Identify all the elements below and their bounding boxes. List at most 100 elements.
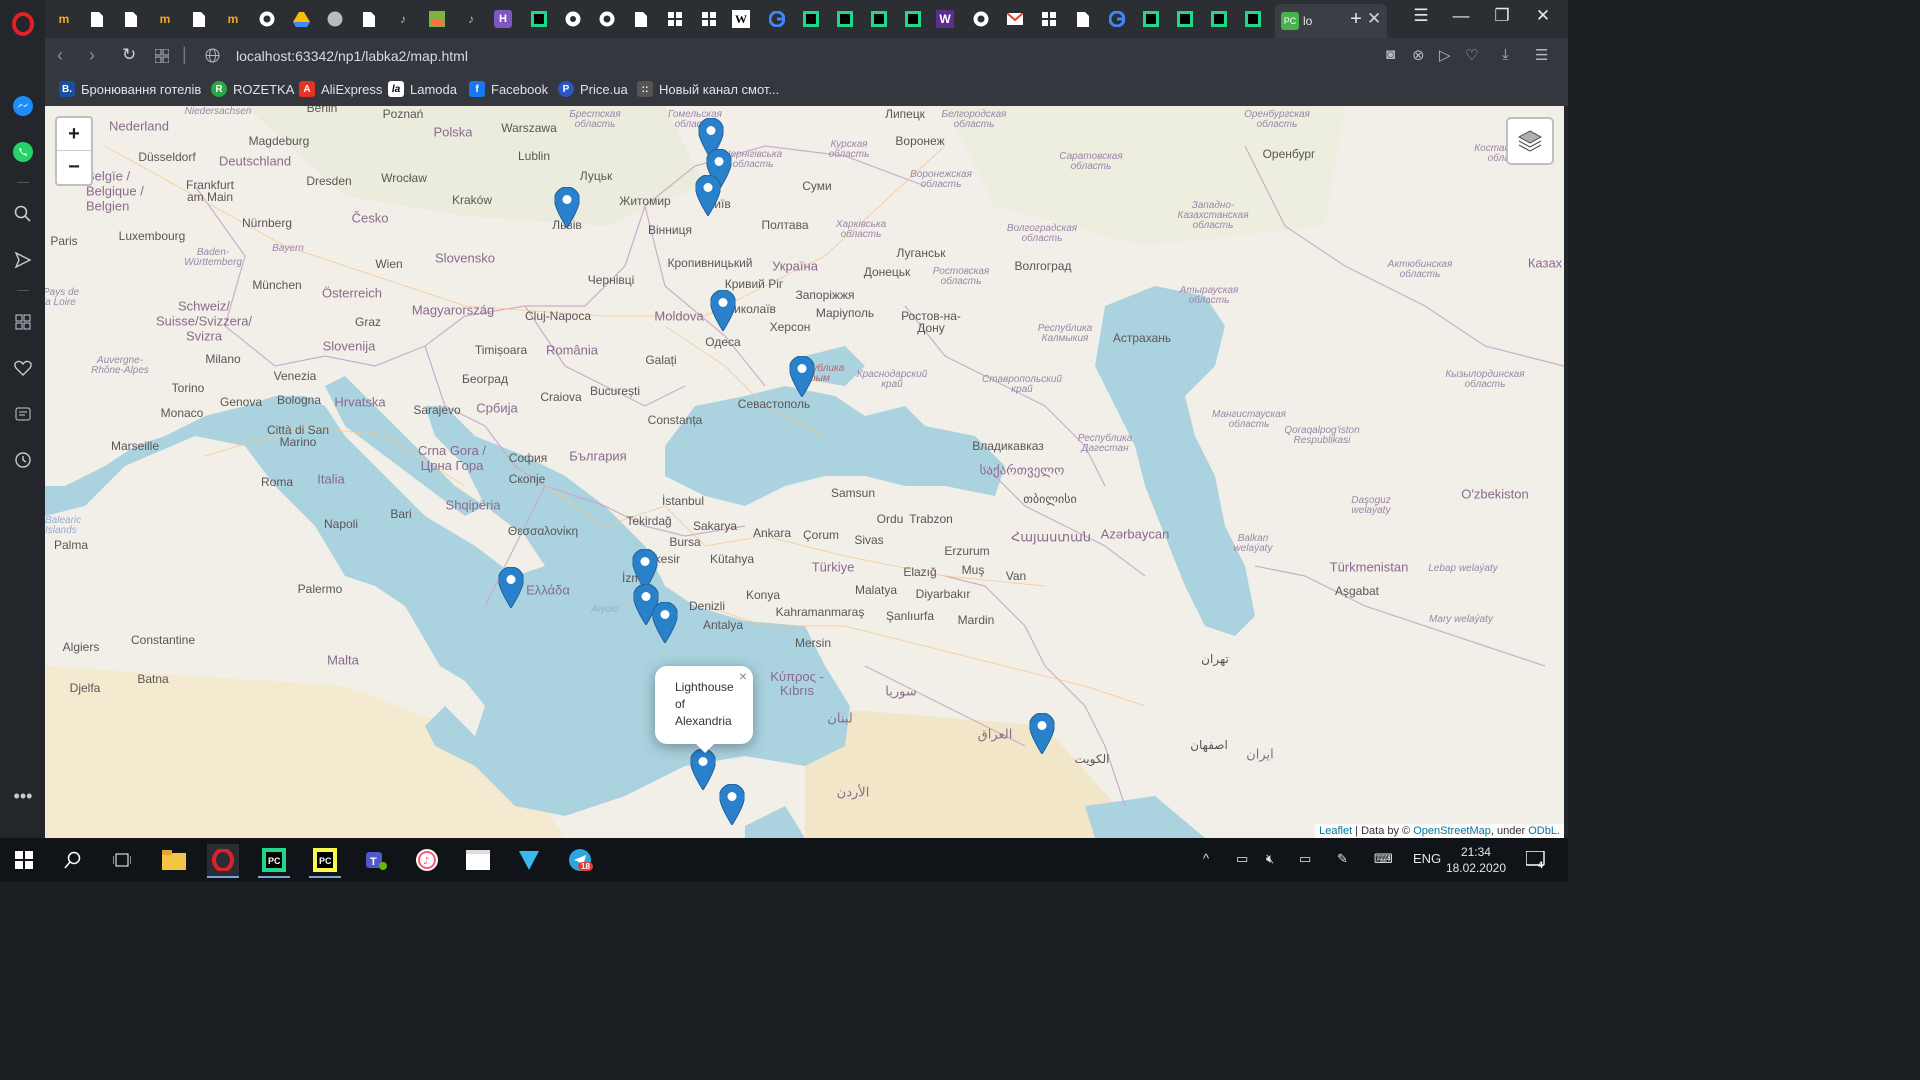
bookmark-new-channel[interactable]: :: Новый канал смот... xyxy=(637,81,779,97)
bookmark-priceua[interactable]: P Price.ua xyxy=(558,81,628,97)
tab-chart-icon[interactable] xyxy=(426,8,448,30)
pen-icon[interactable]: ✎ xyxy=(1337,851,1348,867)
teams-icon[interactable]: T xyxy=(360,844,392,876)
tab-wikipedia-icon[interactable]: W xyxy=(732,10,750,28)
bookmark-heart-icon[interactable]: ♡ xyxy=(1465,46,1478,64)
tab-grid-icon[interactable] xyxy=(1038,8,1060,30)
bookmark-booking[interactable]: B. Бронювання готелів xyxy=(59,81,201,97)
tab-google-icon[interactable] xyxy=(766,8,788,30)
whatsapp-icon[interactable] xyxy=(12,141,34,163)
reload-icon[interactable]: ↻ xyxy=(122,45,136,65)
tab-grid-icon[interactable] xyxy=(698,8,720,30)
windows-start-icon[interactable] xyxy=(8,844,40,876)
clock[interactable]: 21:34 18.02.2020 xyxy=(1446,844,1506,876)
map-marker-pin-icon[interactable] xyxy=(1028,712,1056,755)
tab-w-icon[interactable]: W xyxy=(936,10,954,28)
telegram-icon[interactable]: 18 xyxy=(564,844,596,876)
file-explorer-icon[interactable] xyxy=(158,844,190,876)
tab-github-icon[interactable] xyxy=(596,8,618,30)
send-icon[interactable] xyxy=(12,249,34,271)
tab-drive-icon[interactable] xyxy=(290,8,312,30)
bookmark-aliexpress[interactable]: A AliExpress xyxy=(299,81,382,97)
notifications-icon[interactable]: 4 xyxy=(1520,844,1552,876)
search-icon[interactable] xyxy=(57,844,89,876)
new-tab-button[interactable]: + xyxy=(1343,8,1369,31)
messenger-icon[interactable] xyxy=(12,95,34,117)
tab-shotit-icon[interactable] xyxy=(324,8,346,30)
tab-pycharm-icon[interactable] xyxy=(902,8,924,30)
news-icon[interactable] xyxy=(12,403,34,425)
minimize-button[interactable]: — xyxy=(1448,6,1474,26)
map-marker-pin-icon[interactable] xyxy=(553,186,581,229)
zoom-in-button[interactable]: + xyxy=(57,118,91,150)
tab-document-icon[interactable] xyxy=(188,8,210,30)
close-window-button[interactable]: ✕ xyxy=(1530,6,1556,26)
tab-tiktok-icon[interactable]: ♪ xyxy=(392,8,414,30)
map-marker-pin-icon[interactable] xyxy=(497,566,525,609)
map-marker-pin-icon[interactable] xyxy=(694,174,722,217)
bookmark-facebook[interactable]: f Facebook xyxy=(469,81,548,97)
tab-m-icon[interactable]: m xyxy=(53,8,75,30)
easy-setup-icon[interactable]: ☰ xyxy=(1535,46,1548,64)
tab-pycharm-icon[interactable] xyxy=(1242,8,1264,30)
tab-pycharm-icon[interactable] xyxy=(1174,8,1196,30)
camera-icon[interactable]: ◙ xyxy=(1386,46,1395,63)
bookmark-lamoda[interactable]: la Lamoda xyxy=(388,81,457,97)
tab-h-icon[interactable]: H xyxy=(494,10,512,28)
tab-google-icon[interactable] xyxy=(1106,8,1128,30)
opera-taskbar-icon[interactable] xyxy=(207,844,239,878)
show-hidden-icons[interactable]: ^ xyxy=(1203,851,1209,866)
opera-logo-icon[interactable] xyxy=(12,12,34,36)
tab-document-icon[interactable] xyxy=(358,8,380,30)
odbl-link[interactable]: ODbL. xyxy=(1528,825,1560,837)
map-marker-pin-icon[interactable] xyxy=(718,783,746,826)
tab-github-icon[interactable] xyxy=(256,8,278,30)
tab-pycharm-icon[interactable] xyxy=(834,8,856,30)
tab-menu-icon[interactable]: ☰ xyxy=(1408,6,1434,26)
tab-pycharm-icon[interactable] xyxy=(528,8,550,30)
tab-pycharm-icon[interactable] xyxy=(1140,8,1162,30)
language-indicator[interactable]: ENG xyxy=(1413,851,1441,866)
tab-pycharm-icon[interactable] xyxy=(800,8,822,30)
tabs-overview-icon[interactable] xyxy=(154,47,170,68)
map-marker-pin-icon[interactable] xyxy=(709,289,737,332)
heart-icon[interactable] xyxy=(12,357,34,379)
tab-document-icon[interactable] xyxy=(1072,8,1094,30)
tab-m-icon[interactable]: m xyxy=(154,8,176,30)
tab-opera-icon[interactable] xyxy=(562,8,584,30)
forward-icon[interactable]: › xyxy=(89,45,95,66)
zoom-out-button[interactable]: − xyxy=(57,150,91,183)
tab-pycharm-icon[interactable] xyxy=(1208,8,1230,30)
restore-button[interactable]: ❐ xyxy=(1489,6,1515,26)
bookmark-rozetka[interactable]: R ROZETKA xyxy=(211,81,294,97)
download-icon[interactable]: ⤓ xyxy=(1502,46,1509,63)
send-page-icon[interactable]: ▷ xyxy=(1439,46,1451,64)
tab-active[interactable]: PC lo ✕ xyxy=(1275,4,1387,38)
vpn-icon[interactable] xyxy=(513,844,545,876)
url-field[interactable]: localhost:63342/np1/labka2/map.html xyxy=(236,48,468,64)
tab-pycharm-icon[interactable] xyxy=(868,8,890,30)
tab-tiktok-icon[interactable]: ♪ xyxy=(460,8,482,30)
pycharm-taskbar-icon[interactable]: PC xyxy=(258,844,290,878)
map-marker-pin-icon[interactable] xyxy=(651,601,679,644)
video-editor-icon[interactable] xyxy=(462,844,494,876)
tab-m-icon[interactable]: m xyxy=(222,8,244,30)
map-marker-pin-icon[interactable] xyxy=(788,355,816,398)
keyboard-icon[interactable]: ⌨ xyxy=(1374,851,1393,867)
tab-gmail-icon[interactable] xyxy=(1004,8,1026,30)
tab-document-icon[interactable] xyxy=(630,8,652,30)
tab-document-icon[interactable] xyxy=(120,8,142,30)
ad-block-icon[interactable]: ⊗ xyxy=(1412,46,1425,64)
history-icon[interactable] xyxy=(12,449,34,471)
volume-mute-icon[interactable]: 🔇︎ xyxy=(1266,851,1274,867)
search-icon[interactable] xyxy=(12,203,34,225)
speed-dial-icon[interactable] xyxy=(12,311,34,333)
tab-grid-icon[interactable] xyxy=(664,8,686,30)
osm-link[interactable]: OpenStreetMap xyxy=(1413,825,1491,837)
task-view-icon[interactable] xyxy=(106,844,138,876)
pycharm-taskbar-icon[interactable]: PC xyxy=(309,844,341,878)
network-icon[interactable]: ▭ xyxy=(1299,851,1311,867)
map-marker-pin-icon[interactable] xyxy=(689,748,717,791)
leaflet-link[interactable]: Leaflet xyxy=(1319,825,1352,837)
leaflet-map[interactable]: Nederland Poznań Warszawa Polska Berlin … xyxy=(45,106,1564,838)
